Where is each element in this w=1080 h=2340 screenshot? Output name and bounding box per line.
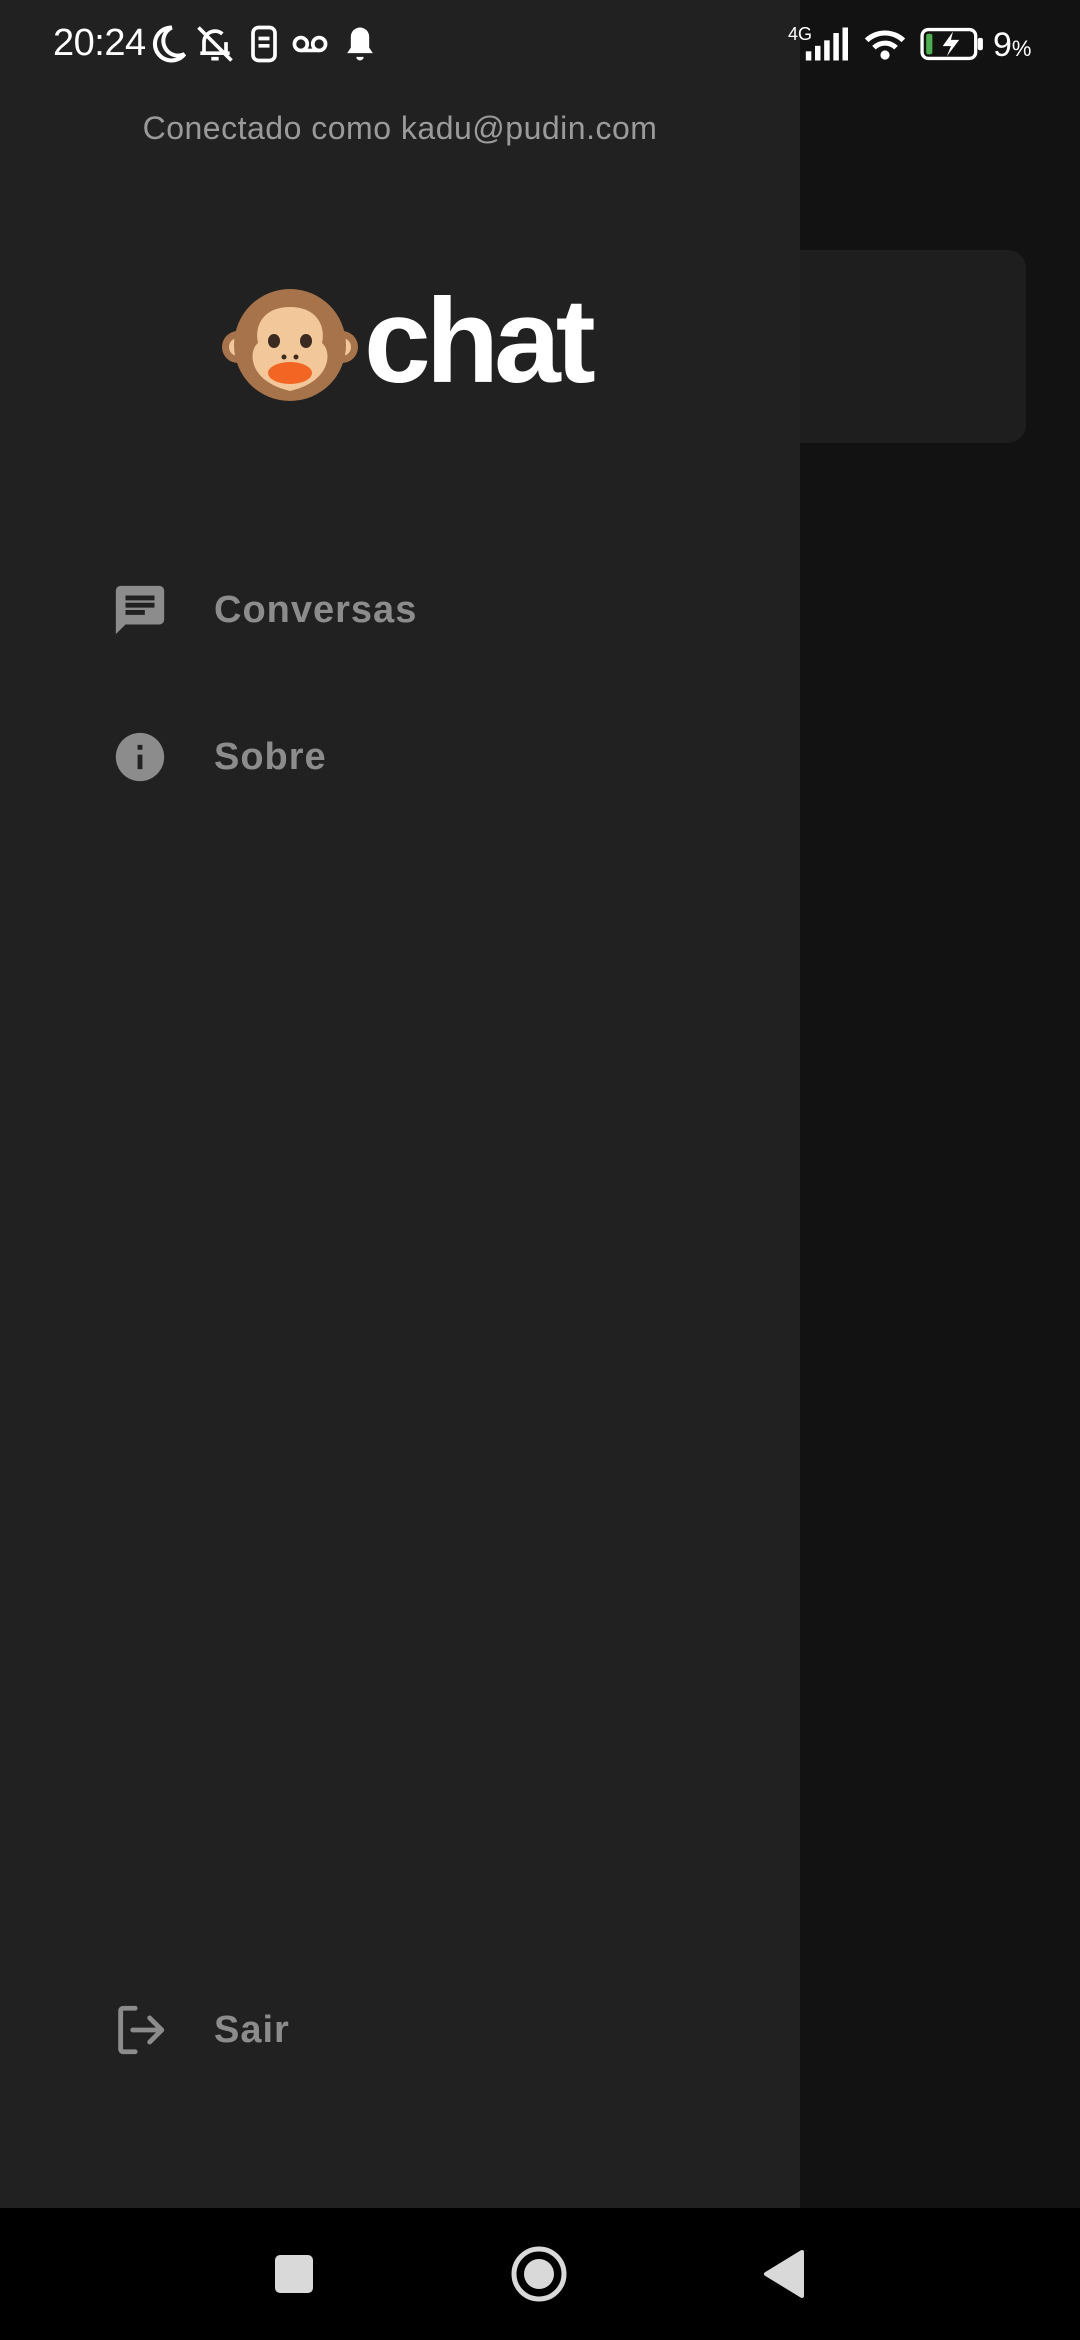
back-button[interactable] — [754, 2244, 814, 2304]
status-bar: 20:24 4G 9% — [0, 0, 1080, 92]
chat-icon — [115, 585, 165, 635]
signal-icon — [805, 27, 848, 61]
voicemail-icon — [292, 35, 328, 53]
menu-item-label: Sobre — [214, 735, 327, 778]
wifi-icon — [864, 30, 906, 60]
menu-item-conversas[interactable]: Conversas — [0, 550, 800, 670]
logout-icon — [118, 2005, 165, 2055]
recent-apps-button[interactable] — [264, 2244, 324, 2304]
moon-icon — [152, 25, 187, 63]
navigation-drawer: Conectado como kadu@pudin.com chat Conve… — [0, 0, 800, 2208]
menu-item-sobre[interactable]: Sobre — [0, 697, 800, 817]
bell-off-icon — [197, 26, 233, 62]
status-time: 20:24 — [53, 22, 146, 64]
logout-label: Sair — [214, 2008, 290, 2051]
square-icon — [275, 2255, 313, 2293]
sim-icon — [251, 25, 277, 63]
battery-unit: % — [1011, 36, 1032, 61]
battery-charging-icon — [920, 27, 983, 61]
menu-item-label: Conversas — [214, 588, 418, 631]
back-triangle-icon — [764, 2250, 804, 2298]
logout-button[interactable]: Sair — [0, 1970, 800, 2090]
battery-value: 9 — [993, 26, 1012, 64]
battery-percent: 9% — [993, 26, 1031, 65]
circle-icon — [511, 2246, 567, 2302]
info-icon — [115, 732, 165, 782]
system-navigation-bar — [0, 2208, 1080, 2340]
monkey-face-icon — [222, 289, 358, 401]
connected-as-label: Conectado como kadu@pudin.com — [142, 110, 658, 146]
app-logo: chat — [220, 281, 596, 405]
bell-icon — [347, 27, 373, 61]
logo-text: chat — [364, 274, 596, 408]
screen: Conectado como kadu@pudin.com chat Conve… — [0, 0, 1080, 2340]
home-button[interactable] — [509, 2244, 569, 2304]
